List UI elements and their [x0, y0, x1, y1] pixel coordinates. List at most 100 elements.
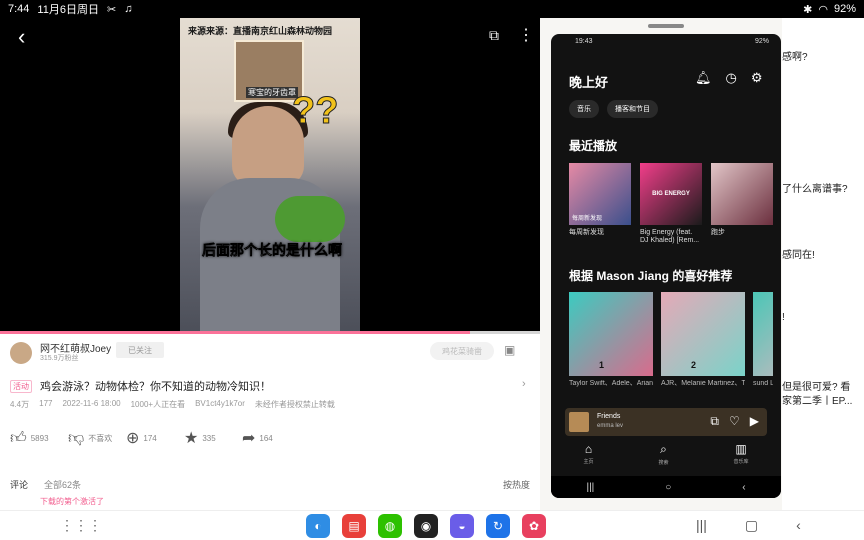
back-icon[interactable]: ‹	[796, 517, 801, 534]
recent-art	[711, 163, 773, 225]
recent-art: 每周新发现	[569, 163, 631, 225]
clock: 7:44	[8, 3, 30, 15]
video-frame: 来源来源：直播南京红山森林动物园 寒宝的牙齿罩 ?? 后面那个长的是什么啊	[180, 18, 360, 332]
search-icon: ⌕	[660, 442, 667, 456]
window-drag-handle[interactable]	[648, 24, 684, 28]
dislike-button[interactable]: 👎︎ 不喜欢	[68, 428, 126, 448]
uploader-avatar[interactable]	[10, 342, 32, 364]
tv-icon[interactable]: ▣	[504, 343, 515, 357]
bell-icon[interactable]: 🔔︎	[695, 70, 712, 86]
header-icons: 🔔︎ ◷ ⚙	[695, 70, 763, 86]
background-text-list: 感啊? 了什么离谱事? 感同在! ! 但是很可爱? 看 家第二季丨EP...	[782, 18, 864, 510]
rec-art: 2	[661, 292, 745, 376]
tools-icon: ✂	[106, 3, 117, 16]
search-input[interactable]: 鸡花菜骑凿	[430, 342, 494, 360]
coin-icon: ⊕	[126, 430, 140, 447]
app-drawer-icon[interactable]: ⋮⋮⋮	[60, 517, 102, 534]
back-arrow-icon[interactable]: ‹	[18, 26, 25, 48]
video-top-caption: 来源来源：直播南京红山森林动物园	[188, 26, 333, 36]
coin-count: 174	[143, 433, 157, 443]
nav-search[interactable]: ⌕ 搜索	[658, 442, 668, 474]
recents-icon[interactable]: |||	[696, 517, 707, 534]
bg-line: 感啊?	[782, 52, 808, 63]
like-button[interactable]: 👍︎ 5893	[10, 428, 68, 448]
thumb-down-icon: 👎︎	[68, 429, 85, 447]
recents-icon[interactable]: |||	[586, 482, 594, 493]
comment-peek: 下载的第个激活了	[40, 497, 104, 506]
rec-card[interactable]: 2 AJR、Melanie Martinez、The Score 等更多曲目	[661, 292, 745, 388]
video-meta: 4.4万 177 2022-11-6 18:00 1000+人正在看 BV1ct…	[10, 399, 335, 410]
nav-library[interactable]: ▥ 音乐库	[733, 442, 748, 474]
devices-icon[interactable]: ⧉	[710, 414, 719, 429]
followed-button[interactable]: 已关注	[116, 342, 164, 358]
activity-tag[interactable]: 活动	[10, 380, 32, 393]
now-playing-title: Friends	[597, 413, 621, 420]
back-icon[interactable]: ‹	[742, 482, 745, 493]
recent-card[interactable]: BIG ENERGY Big Energy (feat. DJ Khaled) …	[640, 163, 702, 245]
bvid: BV1ct4y1k7or	[195, 399, 245, 408]
rec-art: 1	[569, 292, 653, 376]
now-playing-bar[interactable]: Friends emma lev ⧉ ♡ ▶	[565, 408, 767, 436]
recent-caption: 每周新发现	[569, 229, 604, 236]
recent-row: 每周新发现 每周新发现 BIG ENERGY Big Energy (feat.…	[569, 163, 773, 245]
system-nav: ||| ▢ ‹	[696, 517, 801, 534]
notes-app-icon[interactable]: ▤	[342, 514, 366, 538]
video-player[interactable]: ‹ ⧉ ⋮ 来源来源：直播南京红山森林动物园 寒宝的牙齿罩 ?? 后面那个长的是…	[0, 18, 540, 332]
recent-title: 最近播放	[569, 139, 618, 153]
nav-home[interactable]: ⌂ 主页	[583, 442, 593, 474]
recent-card[interactable]: 跑步	[711, 163, 773, 245]
now-playing-controls: ⧉ ♡ ▶	[710, 414, 759, 429]
now-playing-artist: emma lev	[597, 423, 624, 429]
home-circle-icon[interactable]: ○	[665, 482, 671, 493]
qq-app-icon[interactable]: ◉	[414, 514, 438, 538]
recommendations-row: 1 Taylor Swift、Adele、Ariana Grande 等更多曲目…	[569, 292, 773, 388]
home-icon: ⌂	[584, 442, 593, 456]
share-count: 164	[259, 433, 273, 443]
like-count: 5893	[30, 433, 49, 443]
spotify-window: 19:43 92% 晚上好 🔔︎ ◷ ⚙ 音乐 播客和节目 最近播放 每周新发现…	[551, 34, 781, 498]
bg-line: 感同在!	[782, 250, 815, 261]
video-title[interactable]: 鸡会游泳？动物体检？你不知道的动物冷知识！	[40, 378, 271, 394]
inset-label: 寒宝的牙齿罩	[246, 87, 298, 98]
history-icon[interactable]: ◷	[726, 70, 737, 86]
danmaku-count: 177	[39, 399, 53, 408]
chip-music[interactable]: 音乐	[569, 100, 599, 118]
browser-app-icon[interactable]: ◐	[306, 514, 330, 538]
bg-line: 了什么离谱事?	[782, 184, 848, 195]
rec-number: 1	[599, 360, 605, 370]
favorite-button[interactable]: ★ 335	[184, 428, 242, 448]
flower-app-icon[interactable]: ✿	[522, 514, 546, 538]
cast-icon[interactable]: ⧉	[489, 27, 499, 44]
comments-count[interactable]: 全部62条	[44, 478, 81, 491]
share-button[interactable]: ➦ 164	[242, 428, 300, 448]
phone-system-nav: ||| ○ ‹	[551, 476, 781, 498]
chevron-right-icon[interactable]: ›	[522, 378, 526, 390]
recent-card[interactable]: 每周新发现 每周新发现	[569, 163, 631, 245]
comments-header: 评论 全部62条 按热度	[10, 478, 530, 491]
link-app-icon[interactable]: ↻	[486, 514, 510, 538]
bg-line: 但是很可爱? 看	[782, 382, 851, 393]
more-icon[interactable]: ⋮	[518, 25, 534, 45]
heart-icon[interactable]: ♡	[729, 414, 740, 429]
action-row: 👍︎ 5893 👎︎ 不喜欢 ⊕ 174 ★ 335 ➦ 164	[10, 428, 530, 448]
recommendations-title: 根据 Mason Jiang 的喜好推荐	[569, 269, 733, 283]
publish-time: 2022-11-6 18:00	[62, 399, 121, 408]
gear-icon[interactable]: ⚙	[751, 70, 763, 86]
play-icon[interactable]: ▶	[750, 414, 759, 429]
recent-caption: Big Energy (feat. DJ Khaled) [Rem...	[640, 229, 700, 244]
rec-card[interactable]: sund Lund	[753, 292, 773, 388]
now-playing-art	[569, 412, 589, 432]
internet-app-icon[interactable]: ◒	[450, 514, 474, 538]
home-icon[interactable]: ▢	[745, 517, 758, 534]
coin-button[interactable]: ⊕ 174	[126, 428, 184, 448]
taskbar: ⋮⋮⋮ ◐ ▤ ◍ ◉ ◒ ↻ ✿ ||| ▢ ‹	[0, 510, 864, 540]
dislike-label: 不喜欢	[88, 433, 113, 443]
video-subtitle: 后面那个长的是什么啊	[202, 242, 343, 259]
comments-sort[interactable]: 按热度	[503, 478, 530, 491]
comments-label[interactable]: 评论	[10, 478, 28, 491]
date: 11月6日周日	[37, 4, 99, 16]
recent-caption: 跑步	[711, 229, 725, 236]
rec-card[interactable]: 1 Taylor Swift、Adele、Ariana Grande 等更多曲目	[569, 292, 653, 388]
wechat-app-icon[interactable]: ◍	[378, 514, 402, 538]
chip-podcasts[interactable]: 播客和节目	[607, 100, 658, 118]
